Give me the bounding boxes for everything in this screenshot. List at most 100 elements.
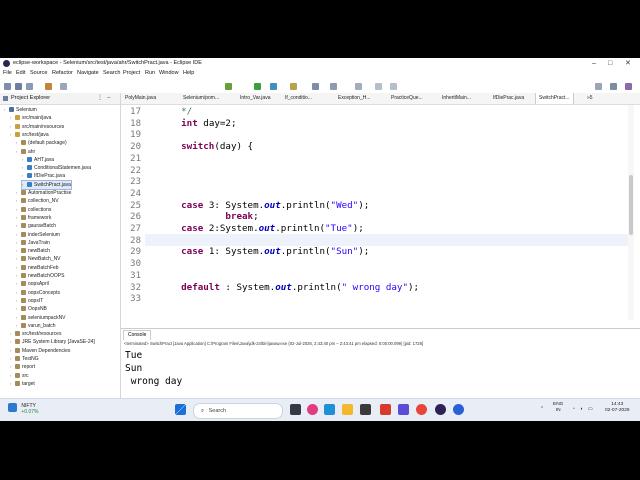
tree-item[interactable]: › gauravBatch bbox=[16, 222, 56, 230]
new-icon[interactable] bbox=[4, 83, 11, 90]
tree-item[interactable]: › report bbox=[10, 363, 35, 371]
wifi-icon[interactable]: ◔ bbox=[572, 407, 575, 413]
tree-item[interactable]: › newBatch bbox=[16, 247, 50, 255]
tree-item[interactable]: › inderSelenium bbox=[16, 231, 60, 239]
tree-item[interactable]: › collections bbox=[16, 206, 51, 214]
new-java-project-icon[interactable] bbox=[312, 83, 319, 90]
tree-item[interactable]: › (default package) bbox=[16, 139, 67, 147]
eclipse-taskbar-icon[interactable] bbox=[435, 404, 446, 415]
tree-item[interactable]: › NewBatch_NV bbox=[16, 255, 61, 263]
tree-item[interactable]: › newBatchFeb bbox=[16, 264, 59, 272]
file-explorer-icon[interactable] bbox=[342, 404, 353, 415]
tree-item[interactable]: › seleniumpackNV bbox=[16, 314, 66, 322]
tree-item[interactable]: › varun_batch bbox=[16, 322, 56, 330]
tab-pom[interactable]: Selenium/pom... bbox=[183, 93, 219, 104]
back-icon[interactable] bbox=[375, 83, 382, 90]
tree-item[interactable]: › oopsApril bbox=[16, 280, 49, 288]
teams-icon[interactable] bbox=[398, 404, 409, 415]
tree-item[interactable]: › framework bbox=[16, 214, 51, 222]
tab-switchpract[interactable]: SwitchPract... bbox=[535, 93, 574, 104]
tree-item[interactable]: › JavaTrain bbox=[16, 239, 50, 247]
tree-item[interactable]: › AHT.java bbox=[22, 156, 54, 164]
tab-intro-var[interactable]: Intro_Var.java bbox=[240, 93, 270, 104]
tab-inheritmain[interactable]: InheritMain... bbox=[442, 93, 471, 104]
close-button[interactable]: ✕ bbox=[625, 58, 631, 69]
menu-project[interactable]: Project bbox=[123, 69, 140, 78]
minimize-view-icon[interactable]: – bbox=[107, 93, 110, 104]
menu-edit[interactable]: Edit bbox=[16, 69, 25, 78]
menu-navigate[interactable]: Navigate bbox=[77, 69, 99, 78]
menu-help[interactable]: Help bbox=[183, 69, 194, 78]
tree-item[interactable]: › Selenium bbox=[4, 106, 37, 114]
run-config-icon[interactable] bbox=[60, 83, 67, 90]
open-type-icon[interactable] bbox=[355, 83, 362, 90]
tree-item[interactable]: › oopsIT bbox=[16, 297, 43, 305]
volume-icon[interactable]: ◖ bbox=[580, 407, 583, 413]
save-all-icon[interactable] bbox=[26, 83, 33, 90]
menu-refactor[interactable]: Refactor bbox=[52, 69, 73, 78]
battery-icon[interactable]: ▭ bbox=[588, 407, 593, 413]
menu-search[interactable]: Search bbox=[103, 69, 120, 78]
language-indicator[interactable]: ENG IN bbox=[553, 402, 563, 414]
tree-item[interactable]: › ConditionalStatemen.java bbox=[22, 164, 91, 172]
tree-item[interactable]: › OopsNB bbox=[16, 305, 47, 313]
tab-exception[interactable]: Exception_H... bbox=[338, 93, 371, 104]
menu-run[interactable]: Run bbox=[145, 69, 155, 78]
tree-item[interactable]: › oopsConcepts bbox=[16, 289, 60, 297]
clock[interactable]: 14:43 02-07-2026 bbox=[605, 402, 630, 414]
code-editor[interactable]: 17 18 19 20 21 22 23 24 25 26 27 28 29 30 31 32 33 */ in… bbox=[121, 105, 630, 320]
tree-item[interactable]: › SwitchPract.java bbox=[21, 179, 72, 190]
tree-item[interactable]: › src/main/java bbox=[10, 114, 51, 122]
tree-item[interactable]: › target bbox=[10, 380, 35, 388]
run-icon[interactable] bbox=[254, 83, 261, 90]
java-perspective-icon[interactable] bbox=[610, 83, 617, 90]
editor-scrollbar[interactable] bbox=[628, 105, 634, 320]
office-icon[interactable] bbox=[380, 404, 391, 415]
menu-file[interactable]: File bbox=[3, 69, 12, 78]
new-class-icon[interactable] bbox=[330, 83, 337, 90]
tray-chevron-icon[interactable]: ⌃ bbox=[540, 407, 544, 413]
start-icon[interactable] bbox=[175, 404, 186, 415]
minimize-button[interactable]: – bbox=[592, 58, 596, 69]
save-icon[interactable] bbox=[15, 83, 22, 90]
tree-item[interactable]: › src/main/resources bbox=[10, 123, 64, 131]
tab-overflow[interactable]: »5 bbox=[587, 93, 593, 104]
scrollbar-thumb[interactable] bbox=[629, 175, 633, 235]
edge-icon[interactable] bbox=[324, 404, 335, 415]
forward-icon[interactable] bbox=[390, 83, 397, 90]
tab-if-conditio[interactable]: If_conditio... bbox=[285, 93, 312, 104]
skip-breakpoints-icon[interactable] bbox=[45, 83, 52, 90]
tree-item[interactable]: › collection_NV bbox=[16, 197, 59, 205]
stock-widget[interactable]: NIFTY +0.07% bbox=[8, 403, 39, 415]
search-icon[interactable] bbox=[595, 83, 602, 90]
task-view-icon[interactable] bbox=[290, 404, 301, 415]
tree-item[interactable]: › src/test/resources bbox=[10, 330, 61, 338]
app-taskbar-icon[interactable] bbox=[453, 404, 464, 415]
chrome-icon[interactable] bbox=[416, 404, 427, 415]
external-tools-icon[interactable] bbox=[290, 83, 297, 90]
menu-window[interactable]: Window bbox=[159, 69, 179, 78]
maximize-button[interactable]: □ bbox=[608, 58, 612, 69]
tab-practiceque[interactable]: PracticeQue... bbox=[391, 93, 423, 104]
tree-item[interactable]: › JRE System Library [JavaSE-24] bbox=[10, 338, 95, 346]
debug-perspective-icon[interactable] bbox=[625, 83, 632, 90]
copilot-icon[interactable] bbox=[307, 404, 318, 415]
tab-ifdieprac[interactable]: IfDiePrac.java bbox=[493, 93, 524, 104]
tree-item[interactable]: › TestNG bbox=[10, 355, 39, 363]
taskbar-search[interactable]: ⌕ Search bbox=[193, 403, 283, 419]
coverage-icon[interactable] bbox=[270, 83, 277, 90]
store-icon[interactable] bbox=[360, 404, 371, 415]
view-menu-icon[interactable]: ⋮ bbox=[97, 93, 103, 104]
tree-item[interactable]: › AutomationPractise bbox=[16, 189, 71, 197]
debug-icon[interactable] bbox=[225, 83, 232, 90]
tab-polymain[interactable]: PolyMain.java bbox=[125, 93, 156, 104]
console-tab[interactable]: Console bbox=[123, 330, 152, 340]
menu-source[interactable]: Source bbox=[30, 69, 47, 78]
tree-item[interactable]: › src/test/java bbox=[10, 131, 49, 139]
tree-item[interactable]: › IfDiePrac.java bbox=[22, 172, 65, 180]
tree-item[interactable]: › newBatchOOPS bbox=[16, 272, 64, 280]
tree-item[interactable]: › Maven Dependencies bbox=[10, 347, 70, 355]
tree-item[interactable]: › ahr bbox=[16, 148, 35, 156]
code-token: .println( bbox=[280, 246, 331, 258]
tree-item[interactable]: › src bbox=[10, 372, 29, 380]
